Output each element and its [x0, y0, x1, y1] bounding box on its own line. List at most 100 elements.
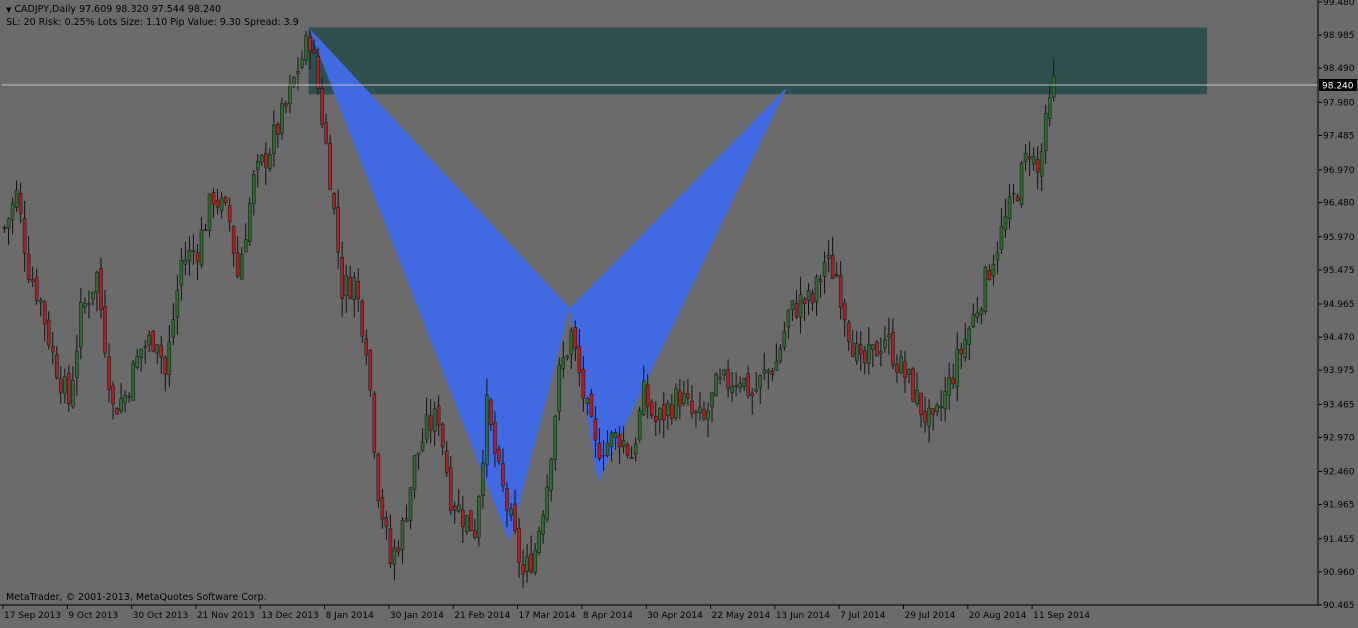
candle-body [251, 174, 256, 204]
y-tick-label: 94.470 [1323, 333, 1355, 343]
candle-body [625, 444, 630, 456]
candle-body [95, 272, 99, 293]
candle-body [943, 391, 947, 409]
candle-body [593, 418, 598, 441]
candle-body [585, 398, 590, 404]
candle-body [658, 408, 662, 421]
candle-body [384, 517, 389, 527]
candle-body [565, 355, 570, 359]
candle-body [183, 259, 188, 265]
candle-body [1043, 113, 1048, 151]
candle-body [276, 124, 280, 135]
candle-body [859, 344, 863, 355]
candle-body [798, 294, 803, 318]
candle-body [698, 406, 702, 413]
candle-body [577, 345, 582, 374]
y-tick-label: 98.985 [1323, 31, 1355, 41]
candle-body [617, 434, 622, 448]
candle-body [842, 302, 847, 321]
candle-body [452, 505, 457, 511]
candle-body [300, 58, 304, 68]
x-tick-label: 11 Sep 2014 [1033, 611, 1090, 621]
candle-body [127, 396, 131, 398]
candle-body [163, 357, 168, 375]
candle-body [63, 376, 67, 395]
candle-body [30, 278, 35, 283]
candle-body [834, 273, 839, 277]
chart-area[interactable]: 99.480 98.985 98.490 97.980 97.485 96.970 96.4… [0, 0, 1358, 624]
candle-body [1027, 156, 1032, 160]
y-tick-label: 92.460 [1323, 468, 1355, 478]
candle-body [838, 275, 843, 308]
candle-body [18, 193, 23, 215]
candle-body [637, 410, 642, 441]
candle-body [356, 280, 361, 300]
candle-body [589, 393, 594, 417]
candle-body [537, 530, 541, 553]
candle-body [428, 415, 433, 431]
candle-body [766, 369, 771, 373]
candle-body [802, 298, 807, 305]
candle-body [1003, 216, 1008, 230]
candle-body [368, 350, 373, 391]
candle-body [549, 459, 553, 491]
candle-body [239, 254, 244, 280]
candle-body [408, 487, 413, 522]
candle-body [396, 547, 401, 553]
candle-body [477, 496, 481, 538]
candle-body [718, 377, 722, 380]
candle-body [1031, 155, 1036, 165]
candle-body [923, 411, 927, 423]
candle-body [135, 356, 139, 368]
x-tick-label: 13 Jun 2014 [776, 611, 830, 621]
candle-body [645, 384, 650, 407]
candle-body [935, 405, 939, 412]
candle-body [404, 518, 409, 522]
candle-body [509, 508, 513, 516]
candle-body [143, 346, 147, 348]
candle-body [364, 338, 369, 356]
price-chart[interactable]: 99.480 98.985 98.490 97.980 97.485 96.970 96.4… [0, 0, 1358, 624]
candle-body [569, 330, 574, 355]
pattern-wing-right [569, 87, 787, 483]
candle-body [336, 206, 340, 253]
candle-body [123, 395, 127, 404]
candle-body [790, 300, 795, 310]
candle-body [778, 348, 783, 362]
candle-body [895, 364, 899, 373]
y-tick-label: 96.480 [1323, 199, 1355, 209]
candle-body [376, 453, 381, 501]
candle-body [529, 553, 533, 573]
candle-body [223, 197, 228, 204]
candle-body [903, 361, 907, 378]
candle-body [513, 503, 517, 531]
candle-body [730, 386, 734, 394]
candle-body [167, 341, 172, 375]
candle-body [758, 375, 763, 388]
candle-body [42, 301, 47, 325]
candle-body [1035, 159, 1040, 173]
candle-body [191, 250, 196, 253]
candle-body [179, 259, 184, 286]
candle-body [545, 486, 549, 520]
y-tick-label: 94.965 [1323, 300, 1355, 310]
candle-body [694, 411, 698, 414]
candle-body [284, 102, 288, 107]
candle-body [601, 455, 606, 457]
candle-body [344, 275, 348, 297]
candle-body [312, 49, 316, 54]
candle-body [678, 390, 682, 407]
header-dropdown-icon[interactable]: ▼ [6, 6, 11, 14]
candle-body [55, 354, 59, 379]
candle-body [987, 270, 992, 280]
candle-body [541, 514, 545, 535]
candle-body [380, 497, 385, 520]
candle-body [87, 303, 91, 305]
candle-body [59, 378, 63, 393]
candle-body [738, 382, 742, 389]
y-tick-label: 90.960 [1323, 568, 1355, 578]
candle-body [875, 341, 879, 357]
candle-body [328, 142, 332, 190]
candle-body [444, 450, 449, 473]
candle-body [710, 392, 714, 408]
